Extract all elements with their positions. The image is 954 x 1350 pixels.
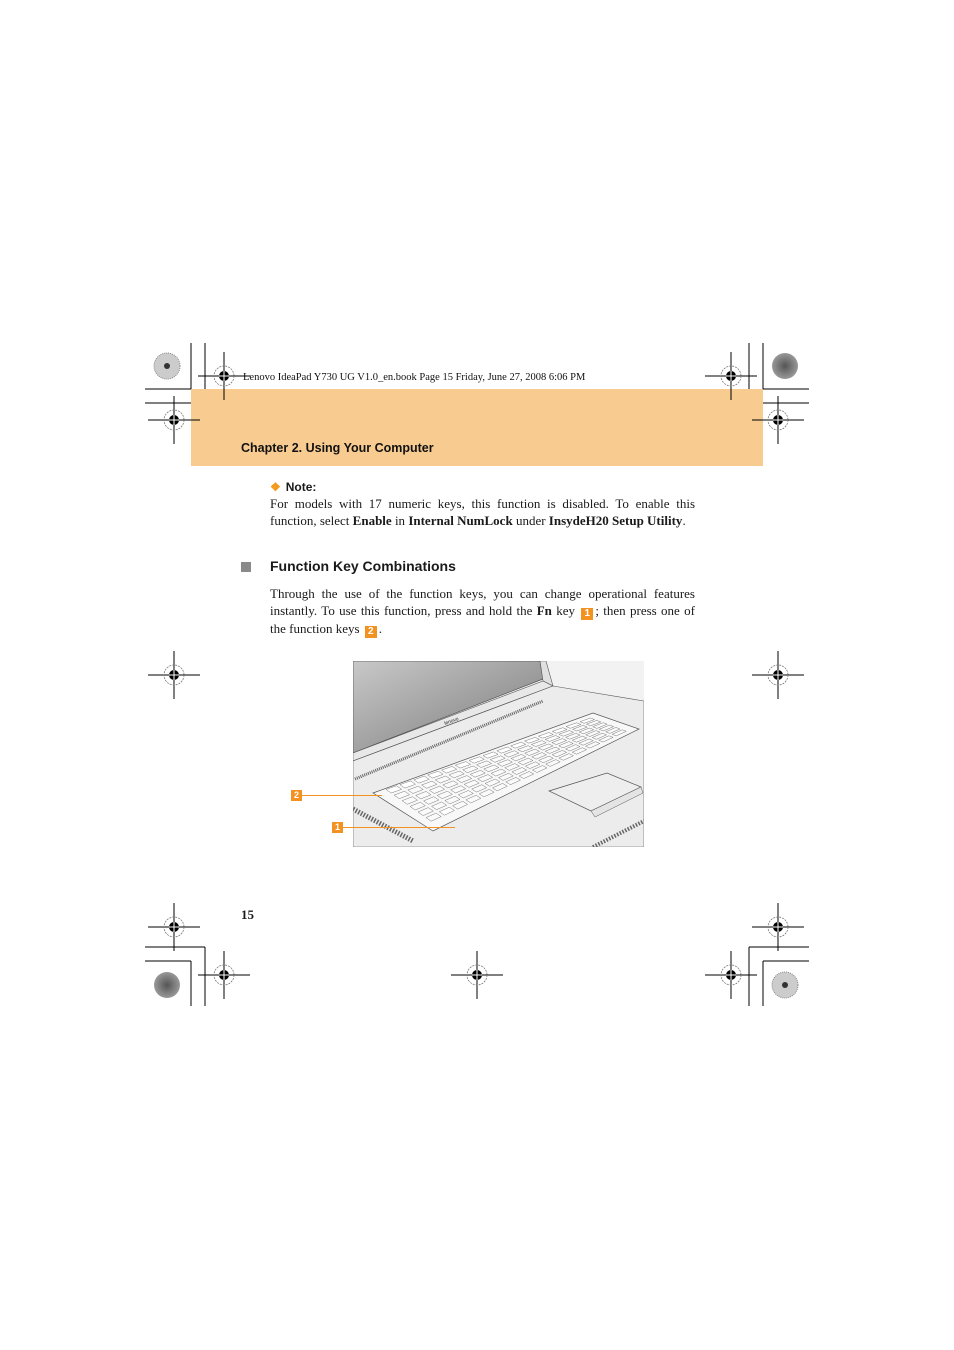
registration-mark-icon [147, 902, 201, 952]
callout-badge-2: 2 [291, 790, 302, 801]
gray-disc-icon [154, 972, 180, 998]
callout-ref-badge: 2 [364, 626, 377, 638]
text-run: in [391, 513, 409, 528]
registration-mark-icon [450, 950, 504, 1000]
gray-disc-icon [772, 353, 798, 379]
laptop-keyboard-illustration: lenovo [353, 661, 644, 847]
callout-line-1 [343, 827, 455, 828]
registration-mark-icon [751, 902, 805, 952]
diamond-cluster-icon: ❖ [270, 480, 281, 494]
text-run: . [682, 513, 686, 528]
laptop-drawing: lenovo [353, 661, 644, 847]
note-heading: ❖ Note: [270, 480, 316, 494]
text-run: . [378, 621, 383, 636]
text-run: under [512, 513, 549, 528]
text-run: key [551, 603, 580, 618]
registration-mark-icon [197, 351, 251, 401]
callout-line-2 [302, 795, 382, 796]
note-label: Note: [285, 480, 317, 494]
bold-term: Internal NumLock [408, 513, 513, 528]
section-body-text: Through the use of the function keys, yo… [270, 585, 695, 638]
square-bullet-icon [241, 562, 251, 572]
registration-mark-icon [147, 650, 201, 700]
page-number: 15 [241, 907, 254, 922]
registration-mark-icon [751, 650, 805, 700]
callout-badge-1: 1 [332, 822, 343, 833]
registration-mark-icon [197, 950, 251, 1000]
callout-ref-badge: 1 [581, 608, 594, 620]
note-text: For models with 17 numeric keys, this fu… [270, 495, 695, 529]
bold-term: Fn [536, 603, 552, 618]
bold-term: Enable [352, 513, 392, 528]
bold-term: InsydeH20 Setup Utility [548, 513, 683, 528]
section-title: Function Key Combinations [270, 558, 456, 574]
